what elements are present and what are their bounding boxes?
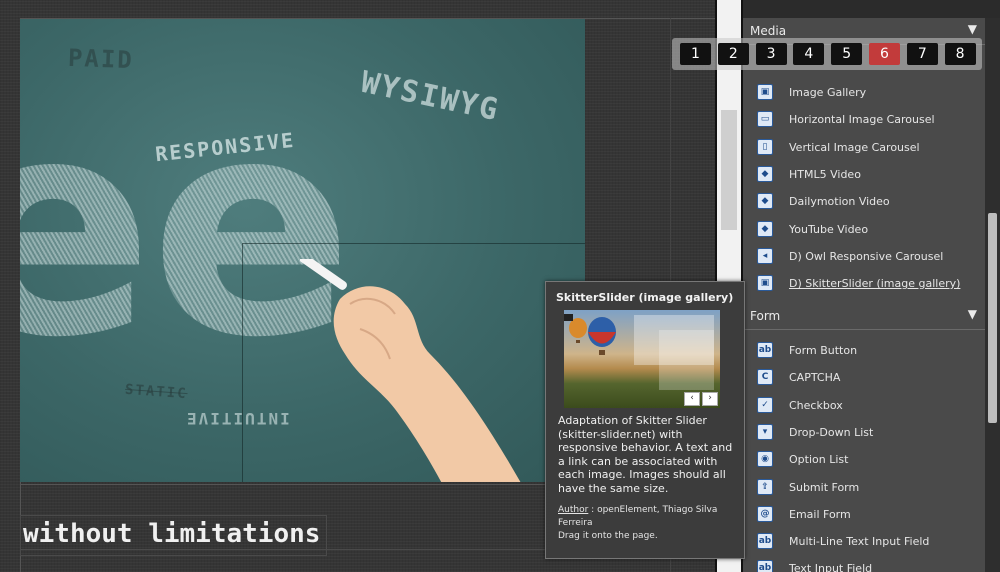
chalk-letter-e-left: e	[20, 79, 153, 379]
button-icon: ab	[757, 342, 773, 358]
tooltip-description: Adaptation of Skitter Slider (skitter-sl…	[558, 414, 733, 495]
panel-item[interactable]: ✓ Checkbox	[743, 392, 985, 419]
panel-item-label: Horizontal Image Carousel	[789, 113, 935, 127]
panel-item-label: Option List	[789, 453, 849, 467]
panel-item[interactable]: ▯ Vertical Image Carousel	[743, 134, 985, 161]
panel-item-label: Dailymotion Video	[789, 195, 890, 209]
dropdown-icon: ▾	[757, 423, 773, 440]
chalkboard-slide-image[interactable]: e e PAID WYSIWYG RESPONSIVE STATIC INTUI…	[20, 19, 585, 482]
tooltip-meta: Author : openElement, Thiago Silva Ferre…	[558, 504, 738, 543]
panel-item[interactable]: ◆ HTML5 Video	[743, 161, 985, 188]
panel-item-label: HTML5 Video	[789, 167, 861, 181]
triangle-down-icon[interactable]: ▼	[968, 307, 977, 321]
elements-panel: Media ▼ ▣ Image Gallery ▭ Horizontal Image …	[743, 18, 985, 572]
author-label: Author	[558, 505, 589, 515]
panel-item[interactable]: ◂ D) Owl Responsive Carousel	[743, 243, 985, 270]
panel-item-label: CAPTCHA	[789, 371, 841, 385]
page-number-bar: 12345678	[672, 38, 982, 70]
image-icon: ▣	[757, 275, 773, 292]
panel-item-label: Drop-Down List	[789, 425, 874, 439]
chalk-word-wysiwyg: WYSIWYG	[357, 64, 503, 129]
panel-item[interactable]: ⇪ Submit Form	[743, 474, 985, 501]
media-section-title: Media	[750, 24, 787, 38]
submit-icon: ⇪	[757, 478, 773, 495]
panel-item-label: Email Form	[789, 507, 851, 521]
page-button-1[interactable]: 1	[680, 43, 711, 65]
panel-item-label: D) SkitterSlider (image gallery)	[789, 277, 961, 291]
tooltip-title: SkitterSlider (image gallery)	[556, 291, 734, 304]
page-button-3[interactable]: 3	[755, 43, 787, 65]
panel-item-label: Submit Form	[789, 480, 860, 494]
panel-scrollbar[interactable]	[985, 18, 1000, 572]
panel-item[interactable]: ▣ D) SkitterSlider (image gallery)	[743, 270, 985, 297]
page-button-4[interactable]: 4	[793, 43, 825, 65]
canvas-scrollbar-thumb[interactable]	[721, 110, 737, 230]
chalk-word-paid: PAID	[67, 43, 135, 75]
page-button-7[interactable]: 7	[906, 43, 938, 65]
page-button-6[interactable]: 6	[869, 43, 900, 65]
panel-item[interactable]: ◉ Option List	[743, 446, 985, 473]
panel-item-label: Vertical Image Carousel	[789, 140, 920, 154]
panel-item[interactable]: C CAPTCHA	[743, 364, 985, 391]
panel-item[interactable]: ab Multi-Line Text Input Field	[743, 528, 985, 555]
panel-item-label: Form Button	[789, 344, 858, 357]
panel-item-label: Image Gallery	[789, 86, 867, 99]
video-icon: ◆	[757, 193, 773, 210]
panel-item-label: YouTube Video	[789, 222, 869, 236]
page-button-5[interactable]: 5	[831, 43, 863, 65]
panel-item[interactable]: @ Email Form	[743, 501, 985, 528]
panel-item-label: Checkbox	[789, 398, 843, 412]
video-icon: ◆	[757, 220, 773, 237]
tagline-text[interactable]: without limitations	[20, 515, 328, 556]
panel-item[interactable]: ▭ Horizontal Image Carousel	[743, 106, 985, 133]
form-section-header[interactable]: Form ▼	[743, 305, 985, 327]
carousel-icon: ◂	[757, 247, 773, 264]
panel-item[interactable]: ▾ Drop-Down List	[743, 419, 985, 446]
panel-item[interactable]: ◆ YouTube Video	[743, 216, 985, 243]
carousel-horizontal-icon: ▭	[757, 111, 773, 128]
panel-item-label: D) Owl Responsive Carousel	[789, 249, 944, 263]
chevron-right-icon[interactable]: ›	[702, 392, 718, 406]
panel-scrollbar-thumb[interactable]	[988, 213, 997, 423]
panel-item[interactable]: ▣ Image Gallery	[743, 79, 985, 106]
panel-item[interactable]: ab Text Input Field	[743, 555, 985, 572]
hand-with-chalk-illustration	[300, 259, 521, 482]
form-section-title: Form	[750, 309, 781, 323]
panel-item-label: Multi-Line Text Input Field	[789, 535, 930, 549]
email-icon: @	[757, 505, 773, 522]
element-tooltip: SkitterSlider (image gallery) ‹ › Adapta…	[545, 281, 745, 559]
image-icon: ▣	[757, 84, 773, 100]
panel-item[interactable]: ab Form Button	[743, 337, 985, 364]
panel-item-label: Text Input Field	[789, 562, 873, 572]
text-input-icon: ab	[757, 560, 773, 572]
chevron-left-icon[interactable]: ‹	[684, 392, 700, 406]
page-button-2[interactable]: 2	[717, 43, 749, 65]
video-icon: ◆	[757, 165, 773, 182]
radio-icon: ◉	[757, 451, 773, 468]
textarea-icon: ab	[757, 533, 773, 550]
section-divider	[743, 329, 985, 330]
triangle-down-icon[interactable]: ▼	[968, 22, 977, 36]
captcha-icon: C	[757, 369, 773, 386]
drag-hint: Drag it onto the page.	[558, 531, 658, 541]
tooltip-preview-image: ‹ ›	[564, 310, 720, 408]
checkbox-icon: ✓	[757, 396, 773, 413]
page-button-8[interactable]: 8	[944, 43, 976, 65]
panel-item[interactable]: ◆ Dailymotion Video	[743, 188, 985, 215]
carousel-vertical-icon: ▯	[757, 138, 773, 155]
